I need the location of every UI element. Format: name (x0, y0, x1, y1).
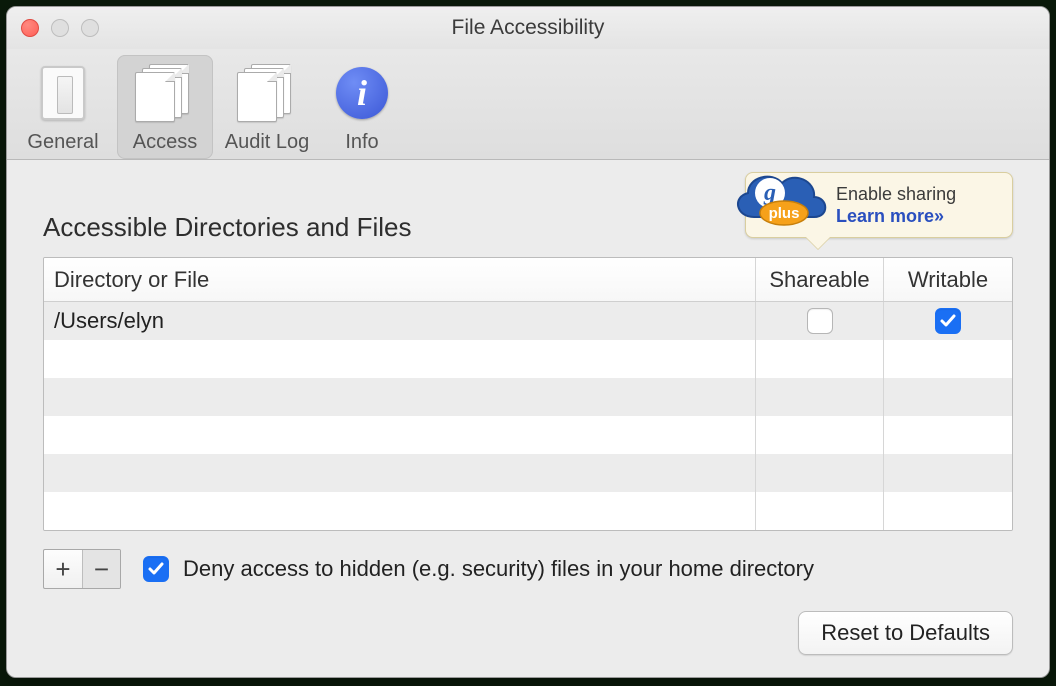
path-cell (44, 454, 756, 492)
writable-checkbox[interactable] (935, 308, 961, 334)
writable-cell (884, 340, 1012, 378)
tab-general[interactable]: General (15, 55, 111, 159)
switch-icon (31, 61, 95, 125)
promo-title: Enable sharing (836, 183, 956, 206)
table-body: /Users/elyn (44, 302, 1012, 530)
content-pane: g plus Enable sharing Learn more» Access… (7, 160, 1049, 677)
table-header: Directory or File Shareable Writable (44, 258, 1012, 302)
tab-label: Info (345, 131, 378, 154)
table-row[interactable]: /Users/elyn (44, 302, 1012, 340)
preferences-window: File Accessibility General Access (6, 6, 1050, 678)
cloud-plus-icon: g plus (724, 163, 834, 237)
titlebar: File Accessibility (7, 7, 1049, 49)
shareable-cell (756, 378, 884, 416)
window-controls (21, 19, 99, 37)
shareable-cell (756, 416, 884, 454)
documents-icon (133, 61, 197, 125)
column-header-path[interactable]: Directory or File (44, 258, 756, 301)
deny-hidden-files-checkbox[interactable] (143, 556, 169, 582)
promo-learn-more-link[interactable]: Learn more» (836, 205, 956, 228)
writable-cell (884, 378, 1012, 416)
info-icon: i (330, 61, 394, 125)
accessible-paths-table: Directory or File Shareable Writable /Us… (43, 257, 1013, 531)
tab-info[interactable]: i Info (321, 55, 403, 159)
tab-label: General (27, 131, 98, 154)
tab-audit-log[interactable]: Audit Log (219, 55, 315, 159)
table-row-empty (44, 492, 1012, 530)
path-cell (44, 378, 756, 416)
shareable-cell (756, 340, 884, 378)
remove-path-button[interactable]: − (82, 550, 120, 588)
shareable-cell (756, 492, 884, 530)
add-path-button[interactable]: + (44, 550, 82, 588)
documents-icon (235, 61, 299, 125)
writable-cell (884, 302, 1012, 340)
column-header-writable[interactable]: Writable (884, 258, 1012, 301)
tab-label: Access (133, 131, 197, 154)
add-remove-control: + − (43, 549, 121, 589)
deny-hidden-files-label: Deny access to hidden (e.g. security) fi… (183, 556, 814, 582)
table-row-empty (44, 378, 1012, 416)
close-window-button[interactable] (21, 19, 39, 37)
toolbar: General Access Audit Log (7, 49, 1049, 160)
tab-label: Audit Log (225, 131, 310, 154)
sharing-promo-callout[interactable]: g plus Enable sharing Learn more» (745, 172, 1013, 238)
svg-text:plus: plus (769, 205, 800, 222)
window-title: File Accessibility (452, 16, 605, 40)
writable-cell (884, 492, 1012, 530)
shareable-checkbox[interactable] (807, 308, 833, 334)
table-row-empty (44, 416, 1012, 454)
writable-cell (884, 454, 1012, 492)
writable-cell (884, 416, 1012, 454)
zoom-window-button[interactable] (81, 19, 99, 37)
path-cell (44, 340, 756, 378)
table-row-empty (44, 340, 1012, 378)
minimize-window-button[interactable] (51, 19, 69, 37)
reset-to-defaults-button[interactable]: Reset to Defaults (798, 611, 1013, 655)
shareable-cell (756, 302, 884, 340)
path-cell (44, 492, 756, 530)
path-cell (44, 416, 756, 454)
shareable-cell (756, 454, 884, 492)
path-cell: /Users/elyn (44, 302, 756, 340)
tab-access[interactable]: Access (117, 55, 213, 159)
column-header-shareable[interactable]: Shareable (756, 258, 884, 301)
table-row-empty (44, 454, 1012, 492)
